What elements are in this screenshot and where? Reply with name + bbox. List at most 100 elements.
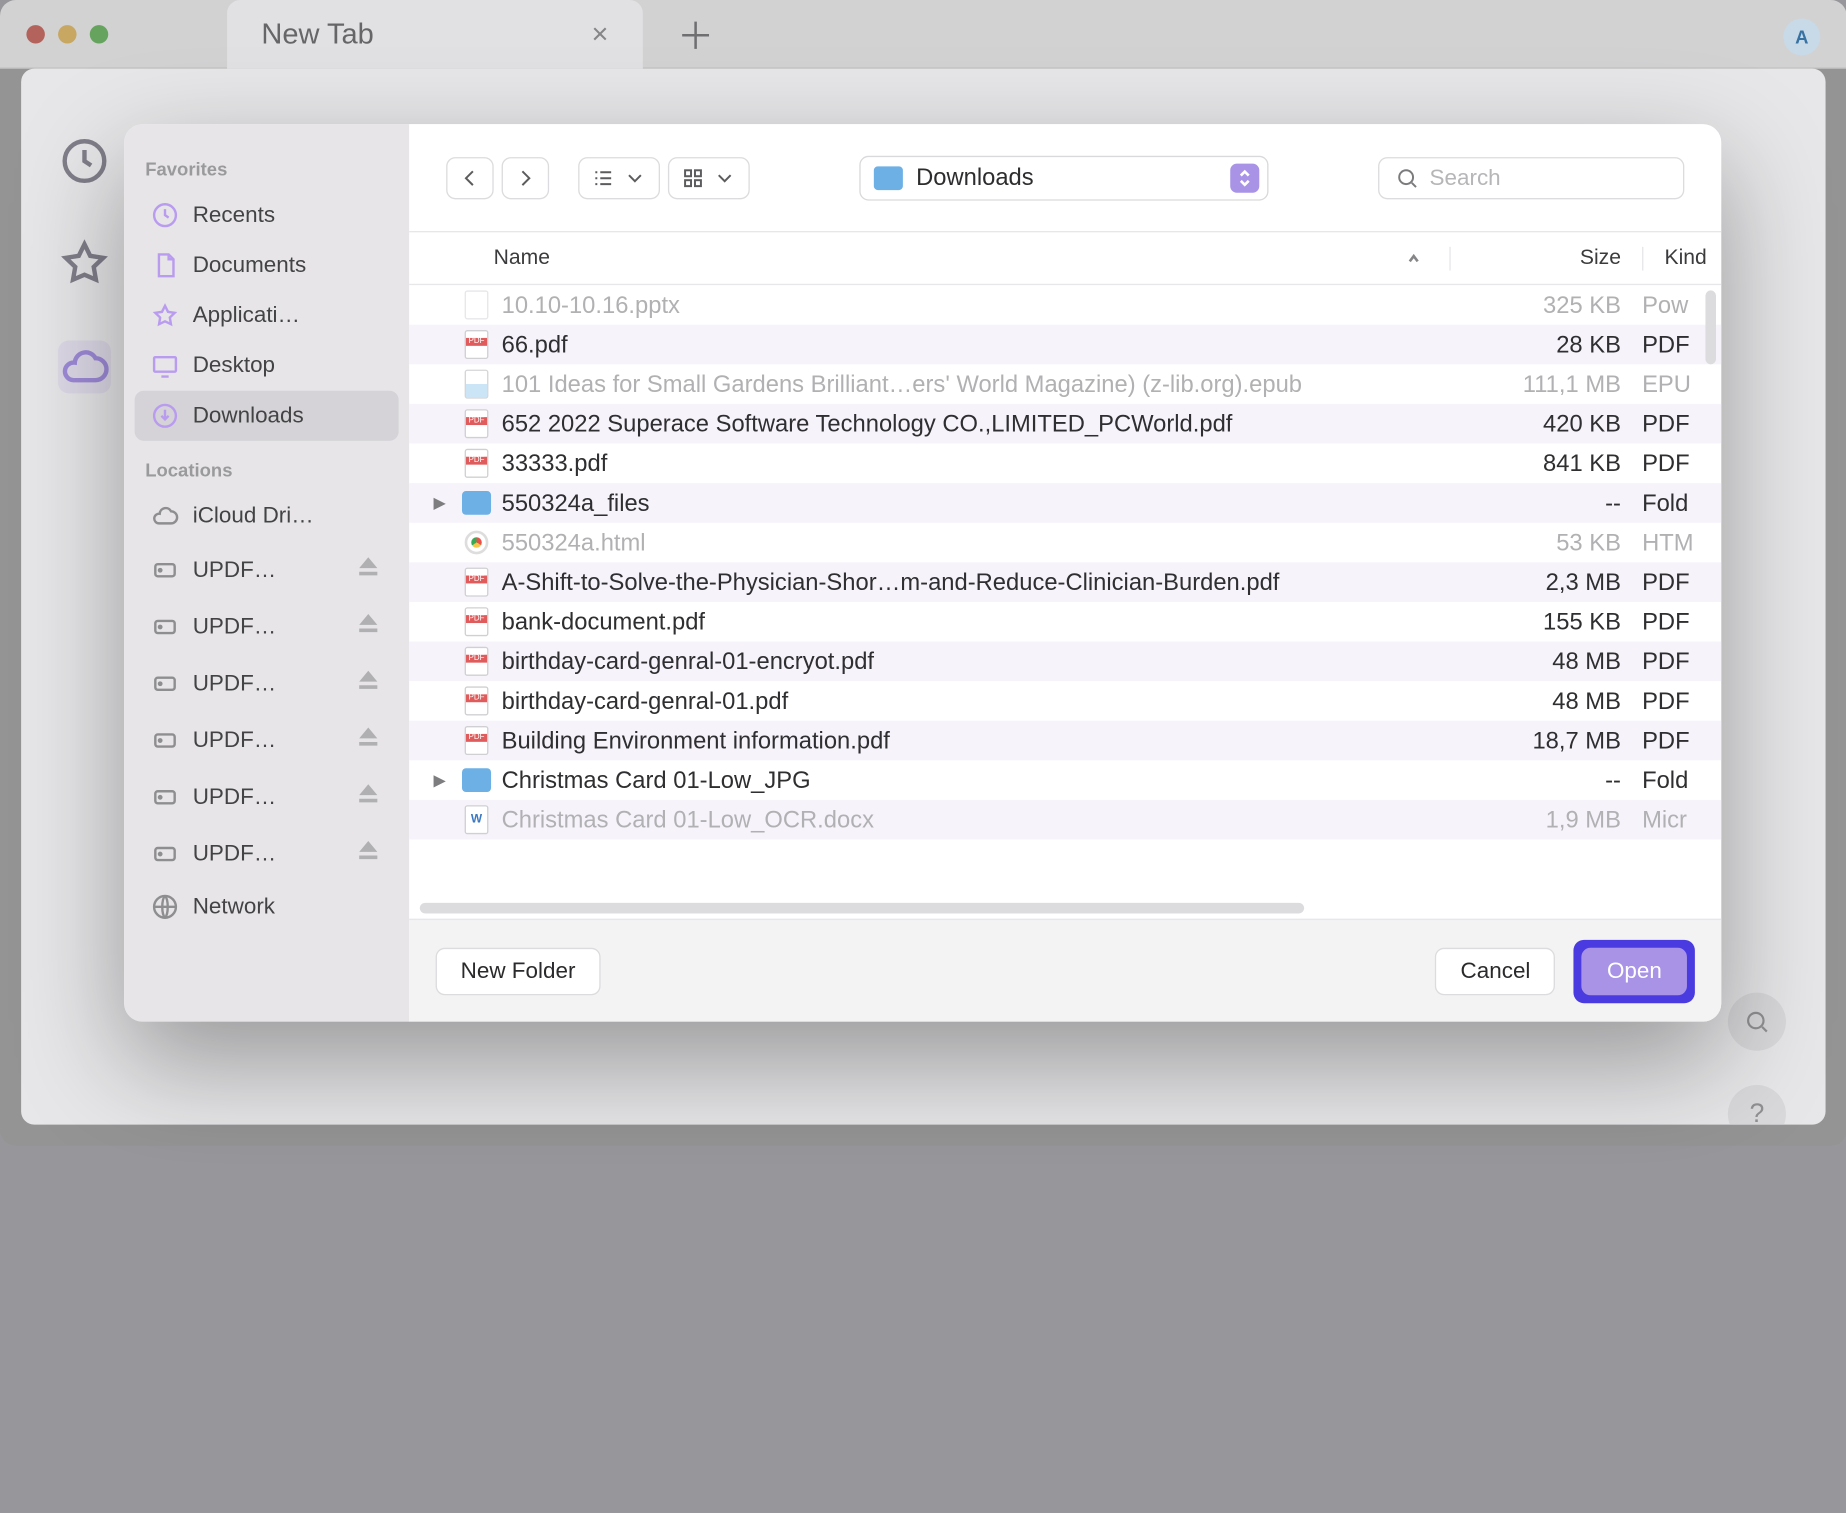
col-name[interactable]: Name: [409, 244, 1449, 273]
disclosure-icon[interactable]: ▶: [433, 494, 445, 512]
sidebar-item-desktop[interactable]: Desktop: [135, 341, 399, 391]
col-kind[interactable]: Kind: [1642, 246, 1721, 270]
cancel-button[interactable]: Cancel: [1435, 947, 1555, 995]
search-input[interactable]: Search: [1378, 156, 1684, 198]
file-open-dialog: Favorites Recents Documents Applicati… Desk…: [124, 124, 1721, 1022]
chevron-updown-icon: [1230, 163, 1259, 192]
sidebar-item-downloads[interactable]: Downloads: [135, 391, 399, 441]
file-name: bank-document.pdf: [502, 608, 1450, 636]
open-highlight: Open: [1574, 939, 1695, 1002]
html-icon: [465, 531, 489, 555]
sidebar-item-network-7[interactable]: Network: [135, 882, 399, 932]
horizontal-scrollbar[interactable]: [420, 903, 1304, 914]
open-button[interactable]: Open: [1582, 947, 1687, 995]
file-kind: Fold: [1642, 766, 1721, 794]
file-kind: HTM: [1642, 529, 1721, 557]
view-list-button[interactable]: [578, 156, 660, 198]
sidebar-item-label: UPDF…: [193, 783, 341, 809]
file-size: 420 KB: [1449, 410, 1642, 438]
file-row: 101 Ideas for Small Gardens Brilliant…er…: [409, 364, 1721, 404]
file-size: --: [1449, 766, 1642, 794]
pdf-icon: [465, 607, 489, 636]
file-row: 550324a.html53 KBHTM: [409, 523, 1721, 563]
file-size: 28 KB: [1449, 331, 1642, 359]
file-name: Christmas Card 01-Low_OCR.docx: [502, 806, 1450, 834]
file-size: 48 MB: [1449, 647, 1642, 675]
sidebar-item-label: iCloud Dri…: [193, 503, 383, 529]
file-name: A-Shift-to-Solve-the-Physician-Shor…m-an…: [502, 568, 1450, 596]
file-row[interactable]: 66.pdf28 KBPDF: [409, 325, 1721, 365]
file-kind: PDF: [1642, 647, 1721, 675]
pdf-icon: [465, 330, 489, 359]
forward-button[interactable]: [502, 156, 550, 198]
file-row[interactable]: birthday-card-genral-01.pdf48 MBPDF: [409, 681, 1721, 721]
file-size: 111,1 MB: [1449, 370, 1642, 398]
sidebar-item-updf-6[interactable]: UPDF…: [135, 825, 399, 882]
location-popup[interactable]: Downloads: [859, 155, 1268, 200]
file-kind: PDF: [1642, 449, 1721, 477]
sidebar-item-iclouddri-0[interactable]: iCloud Dri…: [135, 491, 399, 541]
file-size: 48 MB: [1449, 687, 1642, 715]
pdf-icon: [465, 647, 489, 676]
file-kind: PDF: [1642, 687, 1721, 715]
file-row[interactable]: A-Shift-to-Solve-the-Physician-Shor…m-an…: [409, 562, 1721, 602]
file-size: 325 KB: [1449, 291, 1642, 319]
file-size: 18,7 MB: [1449, 727, 1642, 755]
file-row: 10.10-10.16.pptx325 KBPow: [409, 285, 1721, 325]
eject-icon[interactable]: [354, 609, 383, 645]
sidebar-item-label: UPDF…: [193, 613, 341, 639]
vertical-scrollbar[interactable]: [1705, 290, 1716, 364]
sidebar-item-updf-3[interactable]: UPDF…: [135, 655, 399, 712]
file-size: 841 KB: [1449, 449, 1642, 477]
file-name: Christmas Card 01-Low_JPG: [502, 766, 1450, 794]
col-size[interactable]: Size: [1449, 246, 1642, 270]
file-row[interactable]: ▶550324a_files--Fold: [409, 483, 1721, 523]
eject-icon[interactable]: [354, 665, 383, 701]
file-name: birthday-card-genral-01-encryot.pdf: [502, 647, 1450, 675]
sidebar-item-updf-5[interactable]: UPDF…: [135, 768, 399, 825]
file-size: --: [1449, 489, 1642, 517]
eject-icon[interactable]: [354, 836, 383, 872]
sidebar-item-label: Desktop: [193, 352, 383, 378]
file-kind: Fold: [1642, 489, 1721, 517]
sidebar-item-documents[interactable]: Documents: [135, 240, 399, 290]
file-list[interactable]: 10.10-10.16.pptx325 KBPow66.pdf28 KBPDF1…: [409, 285, 1721, 919]
folder-icon: [462, 491, 491, 515]
file-row[interactable]: 652 2022 Superace Software Technology CO…: [409, 404, 1721, 444]
sidebar-item-updf-2[interactable]: UPDF…: [135, 598, 399, 655]
eject-icon[interactable]: [354, 722, 383, 758]
file-row[interactable]: Building Environment information.pdf18,7…: [409, 721, 1721, 761]
eject-icon[interactable]: [354, 552, 383, 588]
file-row[interactable]: ▶ Christmas Card 01-Low_JPG--Fold: [409, 760, 1721, 800]
file-row[interactable]: 33333.pdf841 KBPDF: [409, 444, 1721, 484]
search-placeholder: Search: [1430, 164, 1501, 190]
disclosure-icon[interactable]: ▶: [433, 771, 445, 789]
finder-toolbar: Downloads Search: [409, 124, 1721, 232]
pdf-icon: [465, 409, 489, 438]
sidebar-item-updf-1[interactable]: UPDF…: [135, 541, 399, 598]
sidebar-item-applicati[interactable]: Applicati…: [135, 290, 399, 340]
sort-caret-icon[interactable]: [1399, 244, 1428, 273]
file-row[interactable]: birthday-card-genral-01-encryot.pdf48 MB…: [409, 642, 1721, 682]
file-name: 652 2022 Superace Software Technology CO…: [502, 410, 1450, 438]
view-grid-button[interactable]: [668, 156, 750, 198]
sidebar-item-label: Documents: [193, 252, 383, 278]
sidebar-item-label: UPDF…: [193, 840, 341, 866]
sidebar-item-updf-4[interactable]: UPDF…: [135, 711, 399, 768]
folder-icon: [874, 166, 903, 190]
file-size: 1,9 MB: [1449, 806, 1642, 834]
file-name: 10.10-10.16.pptx: [502, 291, 1450, 319]
file-kind: Micr: [1642, 806, 1721, 834]
sidebar-item-recents[interactable]: Recents: [135, 190, 399, 240]
file-row[interactable]: bank-document.pdf155 KBPDF: [409, 602, 1721, 642]
favorites-label: Favorites: [124, 140, 409, 190]
finder-sidebar: Favorites Recents Documents Applicati… Desk…: [124, 124, 409, 1022]
sidebar-item-label: Downloads: [193, 403, 383, 429]
file-name: birthday-card-genral-01.pdf: [502, 687, 1450, 715]
eject-icon[interactable]: [354, 779, 383, 815]
column-headers: Name Size Kind: [409, 232, 1721, 285]
back-button[interactable]: [446, 156, 494, 198]
location-name: Downloads: [916, 164, 1034, 192]
new-folder-button[interactable]: New Folder: [436, 947, 601, 995]
doc-icon: [465, 805, 489, 834]
